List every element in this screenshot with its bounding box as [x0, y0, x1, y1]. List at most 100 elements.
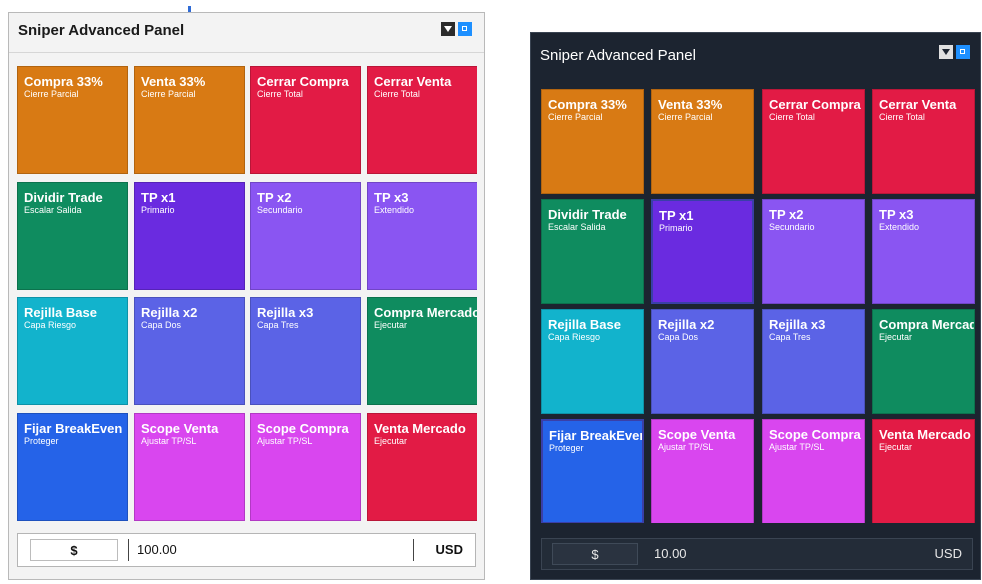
action-button-label: Venta 33% — [658, 97, 723, 112]
amount-bar: $ 100.00 USD — [17, 533, 476, 567]
screenshot-stage: Sniper Advanced Panel Compra 33% Cierre P… — [0, 0, 982, 584]
action-button[interactable]: Fijar BreakEven Proteger — [541, 419, 644, 523]
action-button[interactable]: Cerrar Compra Cierre Total — [762, 89, 865, 194]
action-button-sublabel: Capa Tres — [257, 320, 299, 330]
action-button[interactable]: Dividir Trade Escalar Salida — [541, 199, 644, 304]
action-button-label: TP x3 — [879, 207, 914, 222]
action-button-sublabel: Primario — [141, 205, 175, 215]
currency-unit-label: USD — [934, 546, 962, 561]
action-button-label: Rejilla Base — [24, 305, 97, 320]
action-button-label: Rejilla x2 — [141, 305, 198, 320]
restore-icon[interactable] — [458, 22, 472, 36]
action-button-sublabel: Cierre Total — [879, 112, 925, 122]
action-button[interactable]: Fijar BreakEven Proteger — [17, 413, 128, 521]
action-button-label: Fijar BreakEven — [24, 421, 123, 436]
amount-input[interactable]: 10.00 — [646, 543, 916, 565]
action-button[interactable]: Rejilla x3 Capa Tres — [250, 297, 361, 405]
action-button-label: Scope Venta — [658, 427, 736, 442]
action-button-sublabel: Escalar Salida — [548, 222, 606, 232]
action-button[interactable]: Rejilla Base Capa Riesgo — [541, 309, 644, 414]
action-button-label: Compra 33% — [548, 97, 627, 112]
action-button[interactable]: Scope Venta Ajustar TP/SL — [651, 419, 754, 523]
action-button[interactable]: Compra Mercado Ejecutar — [367, 297, 477, 405]
action-button[interactable]: TP x3 Extendido — [367, 182, 477, 290]
restore-icon[interactable] — [956, 45, 970, 59]
panel-title: Sniper Advanced Panel — [540, 47, 696, 64]
action-button[interactable]: Scope Compra Ajustar TP/SL — [250, 413, 361, 521]
action-button[interactable]: TP x2 Secundario — [250, 182, 361, 290]
action-button[interactable]: Scope Venta Ajustar TP/SL — [134, 413, 245, 521]
action-button-label: Venta 33% — [141, 74, 206, 89]
action-button-label: Compra Mercado — [374, 305, 477, 320]
action-button[interactable]: Rejilla x2 Capa Dos — [651, 309, 754, 414]
action-button[interactable]: TP x1 Primario — [134, 182, 245, 290]
action-button-sublabel: Ejecutar — [374, 320, 408, 330]
action-button-sublabel: Ejecutar — [879, 332, 913, 342]
action-button-sublabel: Cierre Parcial — [24, 89, 79, 99]
collapse-icon[interactable] — [441, 22, 455, 36]
action-button-sublabel: Cierre Total — [374, 89, 420, 99]
action-button-label: Dividir Trade — [548, 207, 627, 222]
action-button[interactable]: Dividir Trade Escalar Salida — [17, 182, 128, 290]
action-button[interactable]: Venta Mercado Ejecutar — [872, 419, 975, 523]
action-button[interactable]: Compra 33% Cierre Parcial — [17, 66, 128, 174]
currency-symbol-field[interactable]: $ — [30, 539, 118, 561]
action-button[interactable]: Scope Compra Ajustar TP/SL — [762, 419, 865, 523]
action-button-sublabel: Capa Dos — [658, 332, 699, 342]
action-button-label: Venta Mercado — [374, 421, 466, 436]
currency-symbol-field[interactable]: $ — [552, 543, 638, 565]
action-button-grid: Compra 33% Cierre Parcial Venta 33% Cierre … — [17, 66, 477, 524]
action-button-sublabel: Ajustar TP/SL — [769, 442, 825, 452]
action-button-sublabel: Cierre Parcial — [658, 112, 713, 122]
action-button[interactable]: Compra Mercado Ejecutar — [872, 309, 975, 414]
action-button-label: Cerrar Venta — [879, 97, 957, 112]
action-button-sublabel: Capa Dos — [141, 320, 182, 330]
action-button[interactable]: Venta Mercado Ejecutar — [367, 413, 477, 521]
action-button-label: Cerrar Compra — [769, 97, 861, 112]
action-button-sublabel: Cierre Parcial — [548, 112, 603, 122]
action-button-sublabel: Secundario — [257, 205, 303, 215]
action-button[interactable]: Cerrar Venta Cierre Total — [872, 89, 975, 194]
action-button-sublabel: Ejecutar — [879, 442, 913, 452]
action-button-label: Cerrar Venta — [374, 74, 452, 89]
action-button[interactable]: Cerrar Compra Cierre Total — [250, 66, 361, 174]
panel-light: Sniper Advanced Panel Compra 33% Cierre P… — [8, 12, 485, 580]
action-button-sublabel: Primario — [659, 223, 693, 233]
action-button-label: Dividir Trade — [24, 190, 103, 205]
action-button-sublabel: Secundario — [769, 222, 815, 232]
action-button-label: TP x2 — [257, 190, 292, 205]
action-button[interactable]: TP x3 Extendido — [872, 199, 975, 304]
action-button[interactable]: TP x2 Secundario — [762, 199, 865, 304]
action-button[interactable]: Cerrar Venta Cierre Total — [367, 66, 477, 174]
action-button[interactable]: Compra 33% Cierre Parcial — [541, 89, 644, 194]
action-button-label: Rejilla x3 — [257, 305, 314, 320]
action-button-sublabel: Proteger — [24, 436, 59, 446]
panel-dark: Sniper Advanced Panel Compra 33% Cierre P… — [530, 32, 981, 580]
action-button-label: TP x1 — [659, 208, 694, 223]
action-button-sublabel: Extendido — [879, 222, 920, 232]
action-button[interactable]: Venta 33% Cierre Parcial — [134, 66, 245, 174]
action-button-sublabel: Cierre Total — [769, 112, 815, 122]
header-divider — [9, 52, 484, 53]
action-button-label: Venta Mercado — [879, 427, 971, 442]
action-button-sublabel: Cierre Parcial — [141, 89, 196, 99]
collapse-icon[interactable] — [939, 45, 953, 59]
action-button-label: Scope Compra — [257, 421, 349, 436]
action-button[interactable]: Rejilla x3 Capa Tres — [762, 309, 865, 414]
action-button-sublabel: Capa Tres — [769, 332, 811, 342]
action-button-label: Fijar BreakEven — [549, 428, 644, 443]
action-button[interactable]: Rejilla x2 Capa Dos — [134, 297, 245, 405]
action-button-label: TP x1 — [141, 190, 176, 205]
action-button-sublabel: Capa Riesgo — [24, 320, 77, 330]
action-button[interactable]: Venta 33% Cierre Parcial — [651, 89, 754, 194]
amount-input[interactable]: 100.00 — [128, 539, 414, 561]
action-button-label: TP x3 — [374, 190, 409, 205]
action-button-sublabel: Ajustar TP/SL — [257, 436, 313, 446]
action-button-sublabel: Escalar Salida — [24, 205, 82, 215]
action-button[interactable]: TP x1 Primario — [651, 199, 754, 304]
action-button-grid: Compra 33% Cierre Parcial Venta 33% Cierre … — [541, 89, 982, 523]
action-button-label: Scope Compra — [769, 427, 861, 442]
panel-title: Sniper Advanced Panel — [18, 22, 185, 39]
action-button[interactable]: Rejilla Base Capa Riesgo — [17, 297, 128, 405]
action-button-sublabel: Cierre Total — [257, 89, 303, 99]
